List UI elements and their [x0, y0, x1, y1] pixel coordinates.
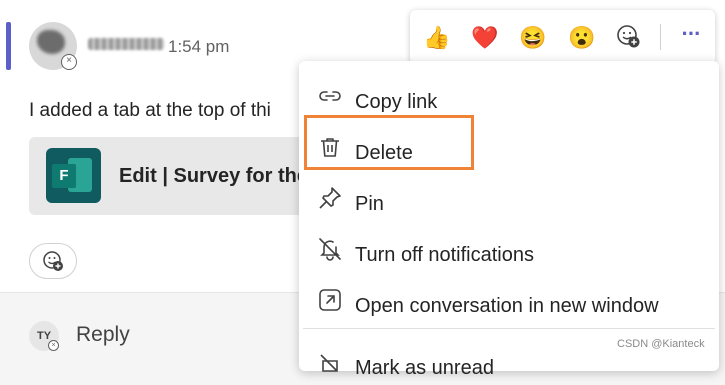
mark-unread-icon — [320, 354, 338, 372]
reaction-bar: 👍 ❤️ 😆 😮 ··· — [410, 10, 715, 64]
highlight-box — [304, 115, 474, 170]
menu-item-label: Mark as unread — [355, 357, 494, 379]
context-menu: Copy link Delete Pin Turn off notificati… — [299, 61, 719, 379]
menu-divider — [303, 328, 715, 329]
bell-off-icon — [319, 238, 341, 261]
menu-item-label: Turn off notifications — [355, 244, 534, 266]
menu-item-pin[interactable]: Pin — [299, 173, 719, 221]
attachment-title: Edit | Survey for the — [119, 165, 308, 187]
menu-item-turn-off-notifications[interactable]: Turn off notifications — [299, 224, 719, 272]
reaction-bar-divider — [660, 24, 661, 50]
reply-button[interactable]: Reply — [76, 323, 130, 347]
message-accent-bar — [6, 22, 11, 70]
surprised-icon[interactable]: 😮 — [567, 23, 597, 53]
attachment-card[interactable]: F Edit | Survey for the — [29, 137, 319, 215]
menu-item-open-in-new-window[interactable]: Open conversation in new window — [299, 275, 719, 323]
add-reaction-icon — [43, 251, 63, 271]
watermark: CSDN @Kianteck — [617, 338, 705, 350]
microsoft-forms-icon: F — [46, 148, 101, 203]
menu-item-label: Open conversation in new window — [355, 295, 659, 317]
pin-icon — [319, 187, 341, 209]
presence-offline-icon: × — [61, 54, 77, 70]
reply-presence-icon: × — [48, 340, 59, 351]
menu-item-copy-link[interactable]: Copy link — [299, 71, 719, 119]
sender-name-redacted — [88, 38, 164, 50]
thumbs-up-icon[interactable]: 👍 — [422, 23, 452, 53]
forms-letter: F — [52, 164, 76, 188]
laughing-icon[interactable]: 😆 — [518, 23, 548, 53]
add-reaction-button[interactable] — [29, 243, 77, 279]
more-options-button[interactable]: ··· — [678, 23, 704, 50]
open-in-window-icon — [319, 289, 341, 311]
menu-item-label: Pin — [355, 193, 384, 215]
link-icon — [319, 91, 341, 101]
menu-item-label: Copy link — [355, 91, 438, 113]
avatar-photo — [37, 30, 65, 54]
message-body: I added a tab at the top of thi — [29, 100, 271, 121]
more-reactions-button[interactable] — [613, 23, 643, 53]
message-timestamp: 1:54 pm — [168, 37, 230, 56]
add-reaction-icon — [617, 25, 640, 48]
heart-icon[interactable]: ❤️ — [470, 23, 500, 53]
